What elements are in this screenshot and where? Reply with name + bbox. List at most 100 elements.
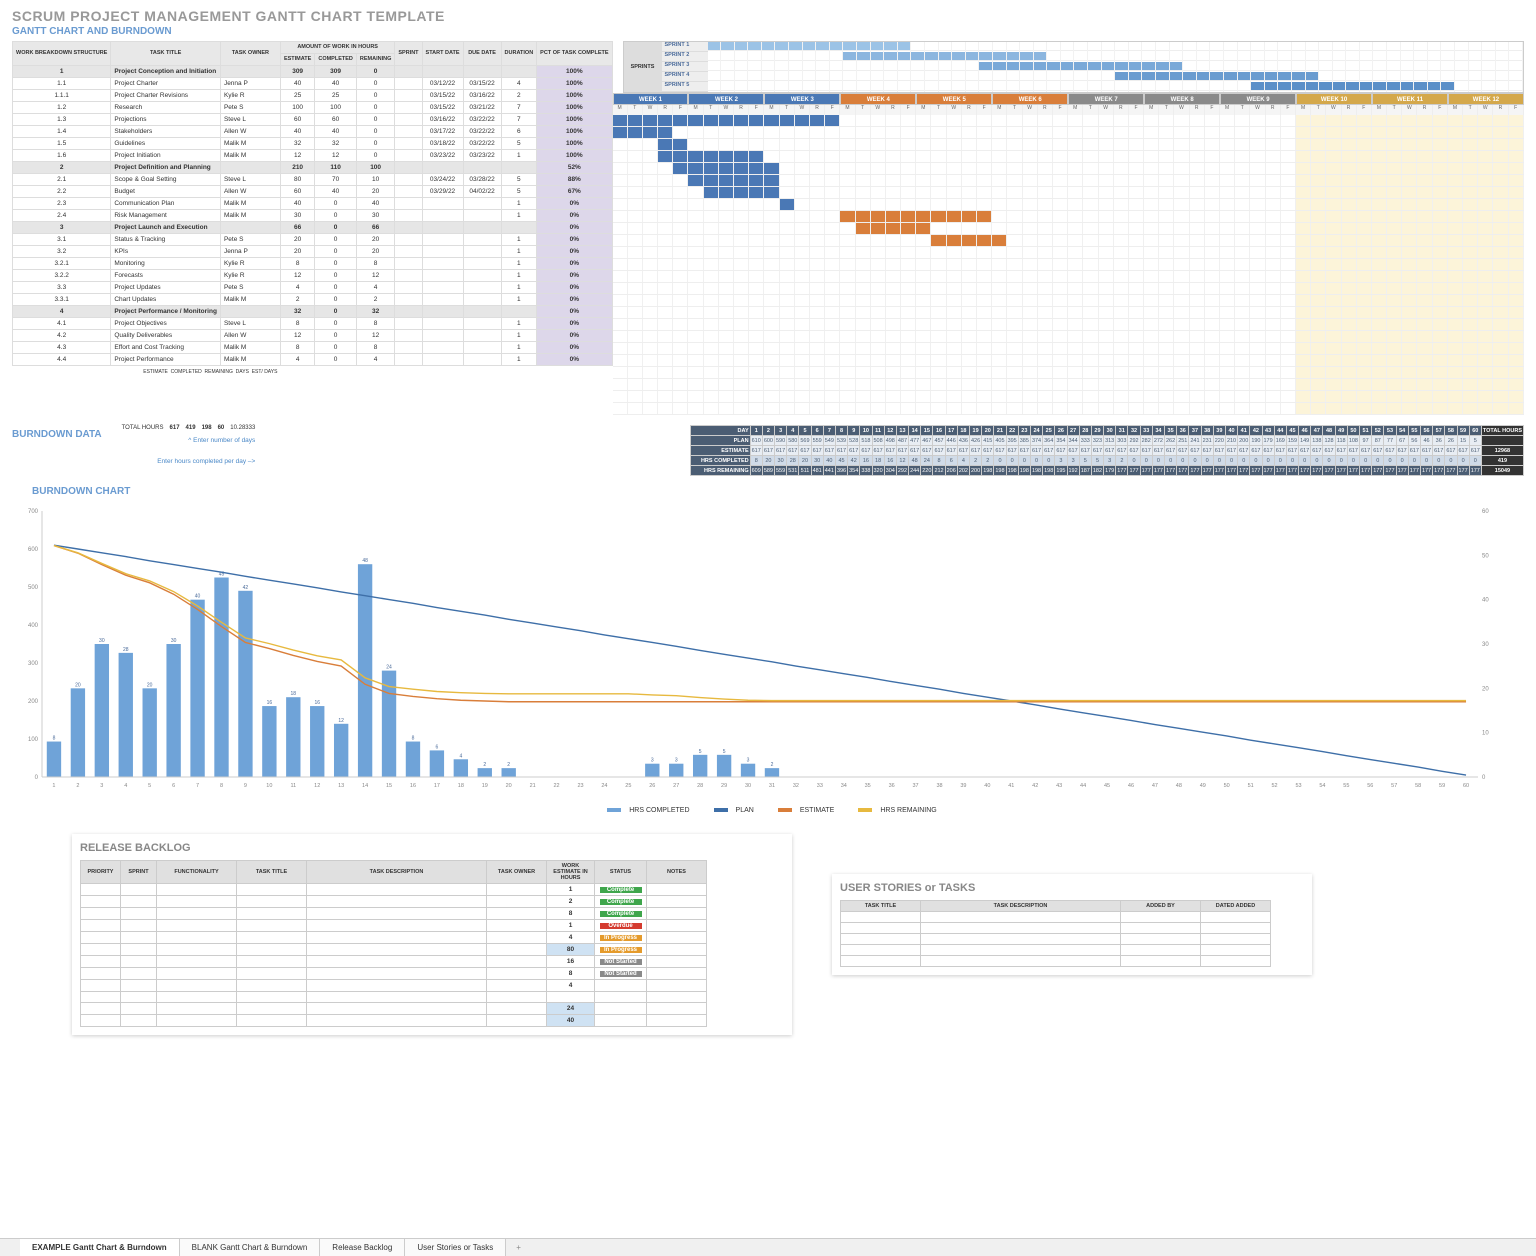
backlog-row[interactable]: 40: [81, 1015, 707, 1027]
user-stories-panel: USER STORIES or TASKS TASK TITLETASK DES…: [832, 874, 1312, 975]
sheet-tabs: EXAMPLE Gantt Chart & BurndownBLANK Gant…: [0, 1238, 1536, 1256]
svg-text:42: 42: [1032, 783, 1038, 789]
gantt-row: [613, 295, 1524, 307]
userstory-row[interactable]: [841, 923, 1271, 934]
svg-text:28: 28: [697, 783, 703, 789]
week-header: WEEK 7: [1068, 93, 1144, 105]
task-row[interactable]: 4.1Project ObjectivesSteve L80810%: [13, 318, 613, 330]
task-table[interactable]: WORK BREAKDOWN STRUCTURETASK TITLETASK O…: [12, 41, 613, 378]
svg-text:12: 12: [314, 783, 320, 789]
svg-text:12: 12: [338, 718, 344, 724]
task-row[interactable]: 3.3Project UpdatesPete S40410%: [13, 282, 613, 294]
task-row[interactable]: 1.1.1Project Charter RevisionsKylie R252…: [13, 90, 613, 102]
backlog-row[interactable]: 24: [81, 1003, 707, 1015]
backlog-row[interactable]: 4: [81, 980, 707, 992]
svg-text:16: 16: [410, 783, 416, 789]
sheet-tab[interactable]: User Stories or Tasks: [405, 1239, 506, 1256]
task-row[interactable]: 1.3ProjectionsSteve L6060003/16/2203/22/…: [13, 114, 613, 126]
sheet-tab[interactable]: EXAMPLE Gantt Chart & Burndown: [20, 1239, 180, 1256]
svg-text:10: 10: [1482, 731, 1489, 737]
chart-bar: [166, 644, 180, 777]
backlog-row[interactable]: 1Overdue: [81, 920, 707, 932]
backlog-row[interactable]: 8Complete: [81, 908, 707, 920]
svg-text:30: 30: [99, 638, 105, 644]
gantt-row: [613, 235, 1524, 247]
svg-text:31: 31: [769, 783, 775, 789]
backlog-row[interactable]: 1Complete: [81, 884, 707, 896]
burndown-chart-title: BURNDOWN CHART: [32, 486, 1524, 497]
task-row[interactable]: 1.4StakeholdersAllen W4040003/17/2203/22…: [13, 126, 613, 138]
add-sheet-button[interactable]: +: [506, 1239, 531, 1256]
task-row[interactable]: 3.3.1Chart UpdatesMalik M20210%: [13, 294, 613, 306]
burndown-table[interactable]: DAY1234567891011121314151617181920212223…: [690, 425, 1524, 476]
svg-text:3: 3: [675, 758, 678, 764]
gantt-row: [613, 211, 1524, 223]
backlog-row[interactable]: 8Not Started: [81, 968, 707, 980]
task-row[interactable]: 1.2ResearchPete S100100003/15/2203/21/22…: [13, 102, 613, 114]
gantt-row: [613, 115, 1524, 127]
backlog-row[interactable]: 80In Progress: [81, 944, 707, 956]
svg-text:17: 17: [434, 783, 440, 789]
backlog-row[interactable]: 2Complete: [81, 896, 707, 908]
svg-text:8: 8: [220, 783, 223, 789]
svg-text:58: 58: [1415, 783, 1421, 789]
task-row[interactable]: 3.2.1MonitoringKylie R80810%: [13, 258, 613, 270]
task-row[interactable]: 2.2BudgetAllen W60402003/29/2204/02/2256…: [13, 186, 613, 198]
task-row[interactable]: 1.5GuidelinesMalik M3232003/18/2203/22/2…: [13, 138, 613, 150]
task-row[interactable]: 2.3Communication PlanMalik M4004010%: [13, 198, 613, 210]
svg-text:2: 2: [771, 762, 774, 768]
sheet-tab[interactable]: BLANK Gantt Chart & Burndown: [180, 1239, 321, 1256]
burndown-table-wrapper: DAY1234567891011121314151617181920212223…: [690, 425, 1524, 476]
svg-text:24: 24: [386, 665, 392, 671]
svg-text:50: 50: [1224, 783, 1230, 789]
backlog-row[interactable]: 4In Progress: [81, 932, 707, 944]
task-row[interactable]: 3.2.2ForecastsKylie R1201210%: [13, 270, 613, 282]
backlog-row[interactable]: 16Not Started: [81, 956, 707, 968]
week-header: WEEK 2: [688, 93, 764, 105]
chart-bar: [717, 755, 731, 777]
svg-text:20: 20: [506, 783, 512, 789]
gantt-row: [613, 331, 1524, 343]
task-row[interactable]: 3.2KPIsJenna P2002010%: [13, 246, 613, 258]
chart-bar: [47, 742, 61, 777]
task-row[interactable]: 4.4Project PerformanceMalik M40410%: [13, 354, 613, 366]
sheet-tab[interactable]: Release Backlog: [320, 1239, 405, 1256]
task-row[interactable]: 1.6Project InitiationMalik M1212003/23/2…: [13, 150, 613, 162]
task-row[interactable]: 1.1Project CharterJenna P4040003/12/2203…: [13, 78, 613, 90]
chart-bar: [310, 706, 324, 777]
task-row[interactable]: 4.3Effort and Cost TrackingMalik M80810%: [13, 342, 613, 354]
svg-text:2: 2: [507, 762, 510, 768]
svg-text:20: 20: [1482, 686, 1489, 692]
svg-text:5: 5: [723, 749, 726, 755]
gantt-row: [613, 151, 1524, 163]
task-row[interactable]: 3.1Status & TrackingPete S2002010%: [13, 234, 613, 246]
task-row[interactable]: 3Project Launch and Execution660660%: [13, 222, 613, 234]
task-row[interactable]: 1Project Conception and Initiation309309…: [13, 66, 613, 78]
gantt-row: [613, 355, 1524, 367]
svg-text:42: 42: [243, 585, 249, 591]
chart-bar: [95, 644, 109, 777]
gantt-row: [613, 367, 1524, 379]
userstory-row[interactable]: [841, 934, 1271, 945]
userstory-row[interactable]: [841, 956, 1271, 967]
backlog-row[interactable]: [81, 992, 707, 1003]
svg-text:8: 8: [412, 736, 415, 742]
task-row[interactable]: 2Project Definition and Planning21011010…: [13, 162, 613, 174]
userstory-row[interactable]: [841, 912, 1271, 923]
svg-text:700: 700: [28, 509, 39, 515]
gantt-row: [613, 283, 1524, 295]
section-gantt-title: GANTT CHART AND BURNDOWN: [12, 26, 1524, 37]
task-row[interactable]: 2.1Scope & Goal SettingSteve L80701003/2…: [13, 174, 613, 186]
task-row[interactable]: 4Project Performance / Monitoring320320%: [13, 306, 613, 318]
task-row[interactable]: 4.2Quality DeliverablesAllen W1201210%: [13, 330, 613, 342]
week-header: WEEK 6: [992, 93, 1068, 105]
gantt-row: [613, 223, 1524, 235]
svg-text:46: 46: [1128, 783, 1134, 789]
release-backlog-panel: RELEASE BACKLOG PRIORITYSPRINTFUNCTIONAL…: [72, 834, 792, 1035]
gantt-row: [613, 271, 1524, 283]
userstory-row[interactable]: [841, 945, 1271, 956]
svg-text:6: 6: [172, 783, 175, 789]
svg-text:39: 39: [960, 783, 966, 789]
task-row[interactable]: 2.4Risk ManagementMalik M3003010%: [13, 210, 613, 222]
svg-text:18: 18: [458, 783, 464, 789]
